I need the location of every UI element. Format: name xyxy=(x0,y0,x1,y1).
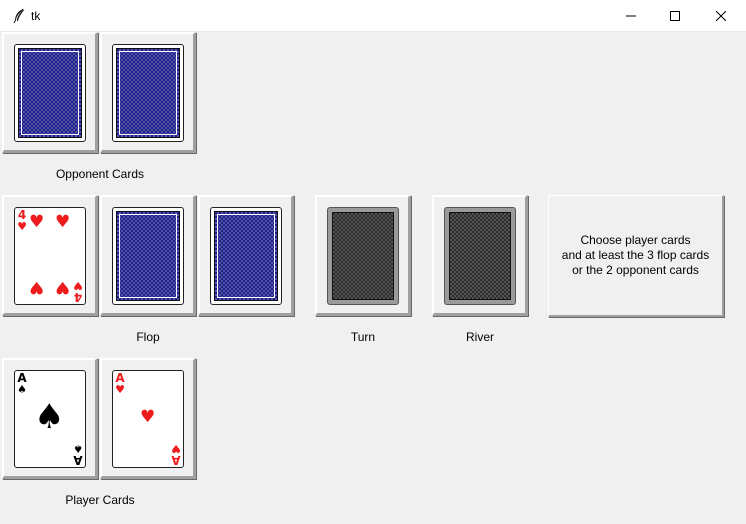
river-label: River xyxy=(465,330,494,344)
card-index-top: A ♥ xyxy=(115,371,125,396)
flop-label: Flop xyxy=(136,330,160,344)
close-icon xyxy=(716,11,726,21)
card-back-pattern xyxy=(332,212,394,300)
flop-card-2-button[interactable] xyxy=(100,195,196,316)
close-button[interactable] xyxy=(698,0,744,32)
player-card-1-button[interactable]: A ♠ ♠ A ♠ xyxy=(2,358,98,479)
flop-card-1-button[interactable]: 4 ♥ ♥ ♥ ♥ ♥ 4 ♥ xyxy=(2,195,98,316)
flop-card-3-button[interactable] xyxy=(198,195,294,316)
card-back xyxy=(210,207,282,305)
card-ace-of-spades: A ♠ ♠ A ♠ xyxy=(14,370,86,468)
card-back-pattern xyxy=(18,48,82,138)
card-index-bottom: A ♠ xyxy=(73,442,83,467)
heart-pip: ♥ xyxy=(140,407,156,427)
player-card-2-button[interactable]: A ♥ ♥ A ♥ xyxy=(100,358,196,479)
feather-icon xyxy=(13,9,24,24)
card-index-bottom: 4 ♥ xyxy=(73,279,83,304)
main-window: Opponent Cards 4 ♥ ♥ ♥ ♥ ♥ 4 ♥ Flop Turn R… xyxy=(0,32,746,524)
maximize-button[interactable] xyxy=(652,0,698,32)
card-back xyxy=(112,44,184,142)
card-back xyxy=(14,44,86,142)
card-back-pattern xyxy=(116,211,180,301)
heart-pip: ♥ xyxy=(55,277,71,297)
evaluate-button-label: Choose player cards and at least the 3 f… xyxy=(561,233,710,277)
card-index-bottom: A ♥ xyxy=(171,442,181,467)
card-back-pattern xyxy=(449,212,511,300)
card-four-of-hearts: 4 ♥ ♥ ♥ ♥ ♥ 4 ♥ xyxy=(14,207,86,305)
card-back xyxy=(444,207,516,305)
opponent-card-1-button[interactable] xyxy=(2,32,98,153)
turn-card-button[interactable] xyxy=(315,195,411,316)
player-cards-label: Player Cards xyxy=(65,493,135,507)
minimize-icon xyxy=(626,15,636,17)
title-bar: tk xyxy=(0,0,746,32)
opponent-cards-label: Opponent Cards xyxy=(55,167,145,181)
maximize-icon xyxy=(670,11,680,21)
heart-pip: ♥ xyxy=(55,212,71,232)
spade-pip: ♠ xyxy=(34,397,65,437)
card-index-top: 4 ♥ xyxy=(17,208,27,233)
card-ace-of-hearts: A ♥ ♥ A ♥ xyxy=(112,370,184,468)
river-card-button[interactable] xyxy=(432,195,528,316)
evaluate-button[interactable]: Choose player cards and at least the 3 f… xyxy=(548,195,724,317)
card-back xyxy=(327,207,399,305)
heart-pip: ♥ xyxy=(29,212,45,232)
card-index-top: A ♠ xyxy=(17,371,27,396)
opponent-card-2-button[interactable] xyxy=(100,32,196,153)
minimize-button[interactable] xyxy=(608,0,654,32)
card-back xyxy=(112,207,184,305)
heart-pip: ♥ xyxy=(29,277,45,297)
card-back-pattern xyxy=(116,48,180,138)
card-back-pattern xyxy=(214,211,278,301)
window-title: tk xyxy=(31,9,41,23)
turn-label: Turn xyxy=(350,330,376,344)
